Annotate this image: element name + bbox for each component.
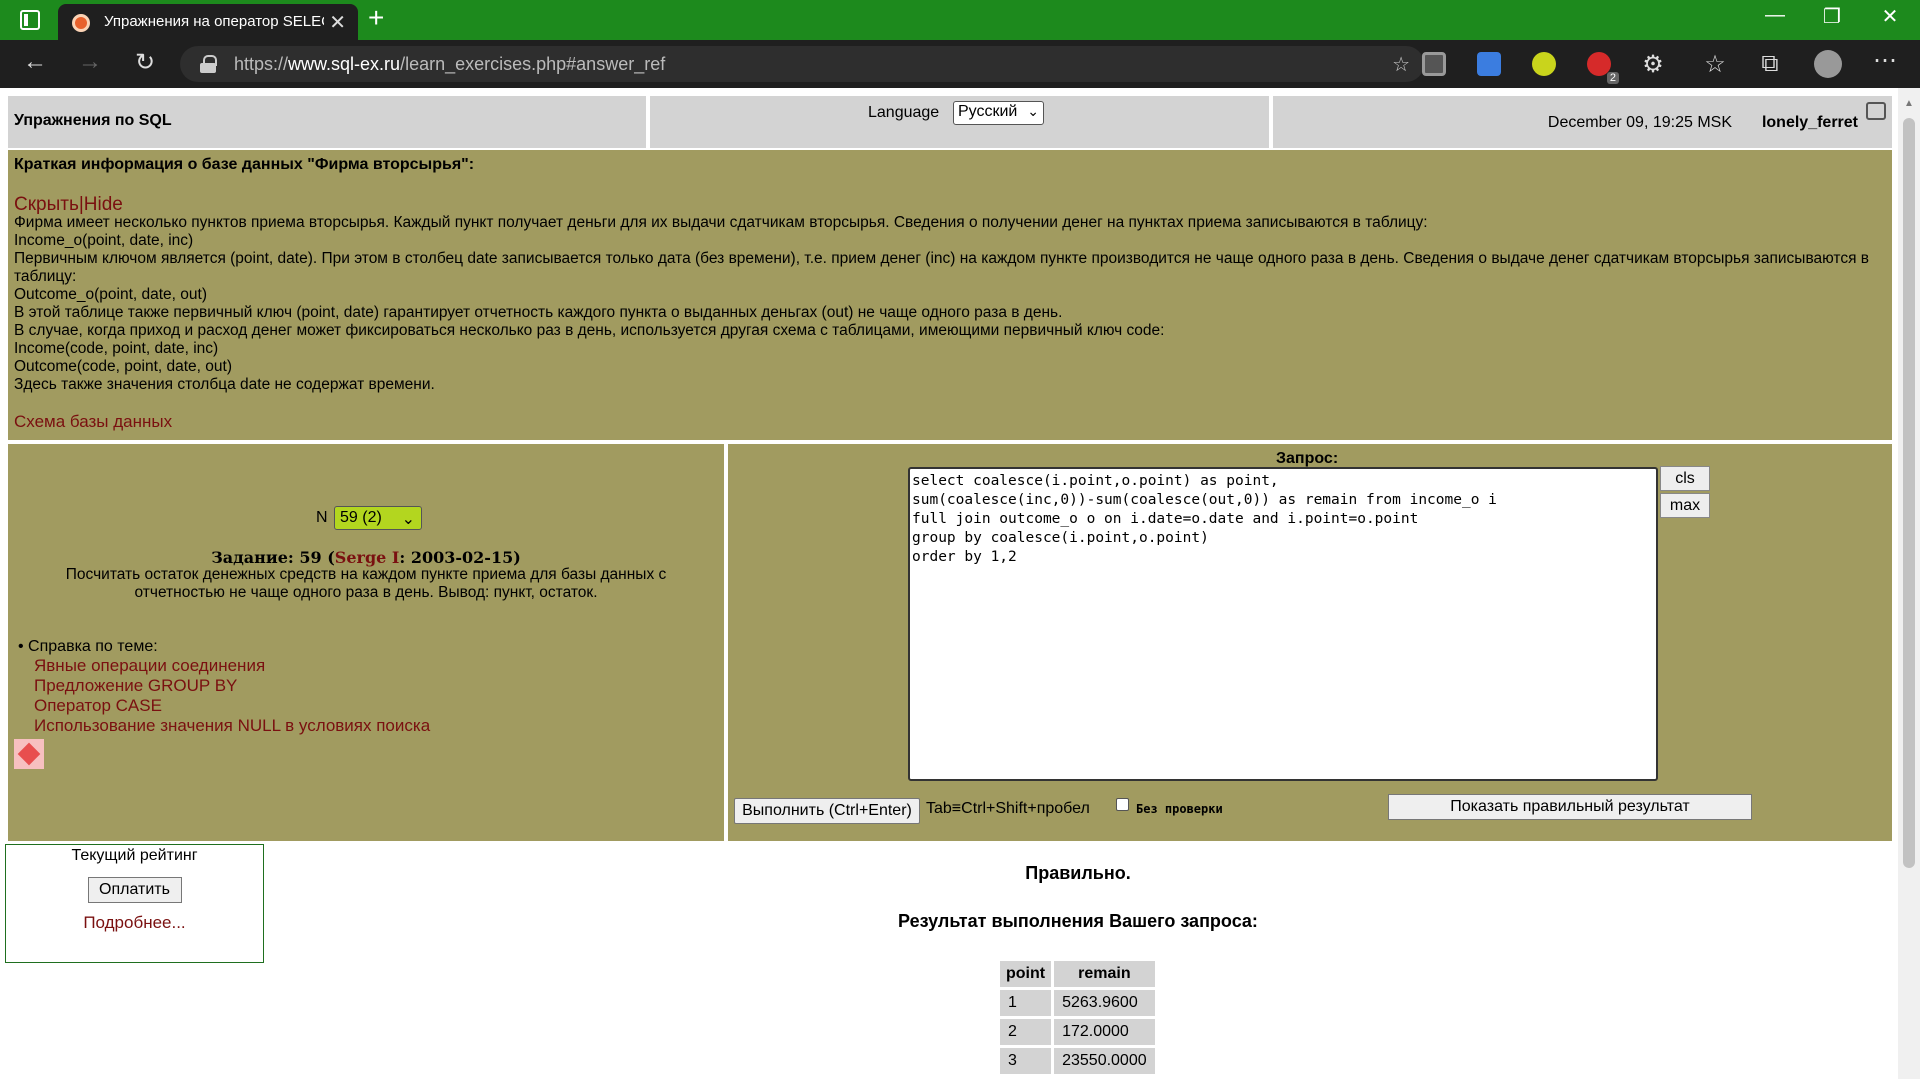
translate-icon[interactable] bbox=[1477, 52, 1501, 76]
help-link-case[interactable]: Оператор CASE bbox=[18, 696, 430, 716]
page-scrollbar[interactable]: ▲ bbox=[1898, 88, 1920, 1079]
table-row: 1 5263.9600 bbox=[1000, 990, 1155, 1016]
info-line: Outcome(code, point, date, out) bbox=[14, 358, 232, 375]
browser-toolbar: ← → ↻ https://www.sql-ex.ru/learn_exerci… bbox=[0, 40, 1920, 88]
header-language-cell: Language Русский ⌄ bbox=[650, 96, 1269, 148]
info-line: Здесь также значения столбца date не сод… bbox=[14, 376, 435, 393]
rating-box: Текущий рейтинг Оплатить Подробнее... bbox=[5, 844, 264, 963]
language-select[interactable]: Русский ⌄ bbox=[953, 101, 1044, 125]
query-label: Запрос: bbox=[1276, 450, 1339, 467]
restore-icon[interactable]: ❐ bbox=[1812, 4, 1852, 29]
task-number-select[interactable]: 59 (2) ⌄ bbox=[334, 506, 422, 530]
show-correct-result-button[interactable]: Показать правильный результат bbox=[1388, 794, 1752, 820]
show-result-cell: Показать правильный результат bbox=[1382, 788, 1892, 841]
info-line: В случае, когда приход и расход денег мо… bbox=[14, 322, 1165, 339]
forward-icon[interactable]: → bbox=[75, 48, 105, 76]
tab-hint: Tab≡Ctrl+Shift+пробел bbox=[926, 800, 1090, 817]
site-favicon-icon bbox=[72, 14, 90, 32]
close-window-icon[interactable]: ✕ bbox=[1870, 4, 1910, 29]
task-panel: N 59 (2) ⌄ Задание: 59 (Serge I: 2003-02-… bbox=[8, 444, 724, 841]
cls-button[interactable]: cls bbox=[1660, 466, 1710, 491]
reload-icon[interactable]: ↻ bbox=[130, 48, 160, 77]
header-title-cell: Упражнения по SQL bbox=[8, 96, 646, 148]
info-line: В этой таблице также первичный ключ (poi… bbox=[14, 304, 1063, 321]
more-menu-icon[interactable]: ⋯ bbox=[1870, 46, 1900, 75]
tab-close-icon[interactable]: ✕ bbox=[329, 10, 346, 35]
query-actions-row: Выполнить (Ctrl+Enter) Tab≡Ctrl+Shift+пр… bbox=[728, 788, 1892, 841]
table-cell: 172.0000 bbox=[1054, 1019, 1155, 1045]
max-button[interactable]: max bbox=[1660, 493, 1710, 518]
site-header: Упражнения по SQL Language Русский ⌄ Dece… bbox=[8, 96, 1892, 148]
table-cell: 23550.0000 bbox=[1054, 1048, 1155, 1074]
extensions-puzzle-icon[interactable]: ⚙ bbox=[1638, 50, 1668, 79]
table-row: 2 172.0000 bbox=[1000, 1019, 1155, 1045]
info-line: Фирма имеет несколько пунктов приема вто… bbox=[14, 214, 1428, 231]
favorites-icon[interactable]: ☆ bbox=[1700, 50, 1730, 79]
run-query-button[interactable]: Выполнить (Ctrl+Enter) bbox=[734, 798, 920, 824]
help-title: • Справка по теме: bbox=[18, 638, 158, 655]
language-label: Language bbox=[868, 104, 940, 121]
site-title: Упражнения по SQL bbox=[14, 112, 172, 129]
result-title: Результат выполнения Вашего запроса: bbox=[898, 911, 1258, 931]
help-link-null[interactable]: Использование значения NULL в условиях п… bbox=[18, 716, 430, 736]
info-line: Первичным ключом является (point, date).… bbox=[14, 250, 1870, 285]
lock-icon[interactable] bbox=[200, 55, 217, 73]
browser-tab[interactable]: Упражнения на оператор SELEC ✕ bbox=[58, 4, 358, 40]
query-panel: Запрос: select coalesce(i.point,o.point)… bbox=[728, 444, 1892, 841]
datetime: December 09, 19:25 MSK bbox=[1547, 114, 1732, 131]
warning-diamond-icon[interactable] bbox=[14, 739, 44, 769]
scrollbar-thumb[interactable] bbox=[1903, 118, 1915, 868]
db-info-title: Краткая информация о базе данных "Фирма … bbox=[14, 156, 475, 173]
schema-link[interactable]: Схема базы данных bbox=[14, 413, 1886, 431]
info-line: Outcome_o(point, date, out) bbox=[14, 286, 208, 303]
info-line: Income_o(point, date, inc) bbox=[14, 232, 194, 249]
no-check-label: Без проверки bbox=[1136, 802, 1223, 816]
table-cell: 2 bbox=[1000, 1019, 1052, 1045]
task-heading: Задание: 59 (Serge I: 2003-02-15) bbox=[211, 548, 521, 567]
chevron-down-icon: ⌄ bbox=[401, 511, 415, 528]
url-text: https://www.sql-ex.ru/learn_exercises.ph… bbox=[234, 54, 666, 74]
scroll-up-icon[interactable]: ▲ bbox=[1904, 98, 1914, 109]
task-number-label: N bbox=[316, 509, 328, 526]
info-line: Income(code, point, date, inc) bbox=[14, 340, 219, 357]
table-cell: 1 bbox=[1000, 990, 1052, 1016]
new-tab-icon[interactable]: + bbox=[368, 2, 384, 34]
no-check-checkbox[interactable] bbox=[1116, 798, 1129, 811]
help-link-group-by[interactable]: Предложение GROUP BY bbox=[18, 676, 430, 696]
help-link-joins[interactable]: Явные операции соединения bbox=[18, 656, 430, 676]
table-cell: 3 bbox=[1000, 1048, 1052, 1074]
result-table: point remain 1 5263.9600 2 172.0000 3 23… bbox=[997, 958, 1158, 1077]
tab-title: Упражнения на оператор SELEC bbox=[104, 13, 324, 30]
task-author-link[interactable]: Serge I bbox=[335, 548, 400, 567]
chevron-down-icon: ⌄ bbox=[1027, 103, 1039, 119]
table-row: 3 23550.0000 bbox=[1000, 1048, 1155, 1074]
run-cell: Выполнить (Ctrl+Enter) Tab≡Ctrl+Shift+пр… bbox=[728, 788, 1378, 841]
task-description: Посчитать остаток денежных средств на ка… bbox=[65, 566, 667, 601]
table-cell: 5263.9600 bbox=[1054, 990, 1155, 1016]
hide-info-link[interactable]: Скрыть|Hide bbox=[14, 195, 1886, 214]
column-header-remain: remain bbox=[1054, 961, 1155, 987]
back-icon[interactable]: ← bbox=[20, 48, 50, 76]
db-info-panel: Краткая информация о базе данных "Фирма … bbox=[8, 150, 1892, 440]
minimize-icon[interactable]: — bbox=[1755, 4, 1795, 27]
profile-avatar[interactable] bbox=[1814, 50, 1842, 78]
logout-icon[interactable] bbox=[1866, 102, 1886, 120]
sql-editor[interactable]: select coalesce(i.point,o.point) as poin… bbox=[908, 467, 1658, 781]
collections-icon[interactable]: ⧉ bbox=[1755, 50, 1785, 78]
column-header-point: point bbox=[1000, 961, 1052, 987]
browser-titlebar: Упражнения на оператор SELEC ✕ + — ❐ ✕ bbox=[0, 0, 1920, 40]
add-favorite-icon[interactable]: ☆ bbox=[1392, 52, 1410, 77]
extension-plus-icon[interactable] bbox=[1532, 52, 1556, 76]
tab-actions-icon[interactable] bbox=[20, 10, 40, 30]
result-status: Правильно. bbox=[1025, 863, 1131, 883]
extension-save-icon[interactable] bbox=[1422, 52, 1446, 76]
username[interactable]: lonely_ferret bbox=[1762, 114, 1858, 132]
address-bar[interactable]: https://www.sql-ex.ru/learn_exercises.ph… bbox=[180, 46, 1424, 82]
help-section: • Справка по теме: Явные операции соедин… bbox=[18, 638, 430, 736]
extension-shield-icon[interactable]: 2 bbox=[1587, 52, 1619, 84]
header-user-cell: December 09, 19:25 MSK lonely_ferret bbox=[1273, 96, 1892, 148]
table-header-row: point remain bbox=[1000, 961, 1155, 987]
